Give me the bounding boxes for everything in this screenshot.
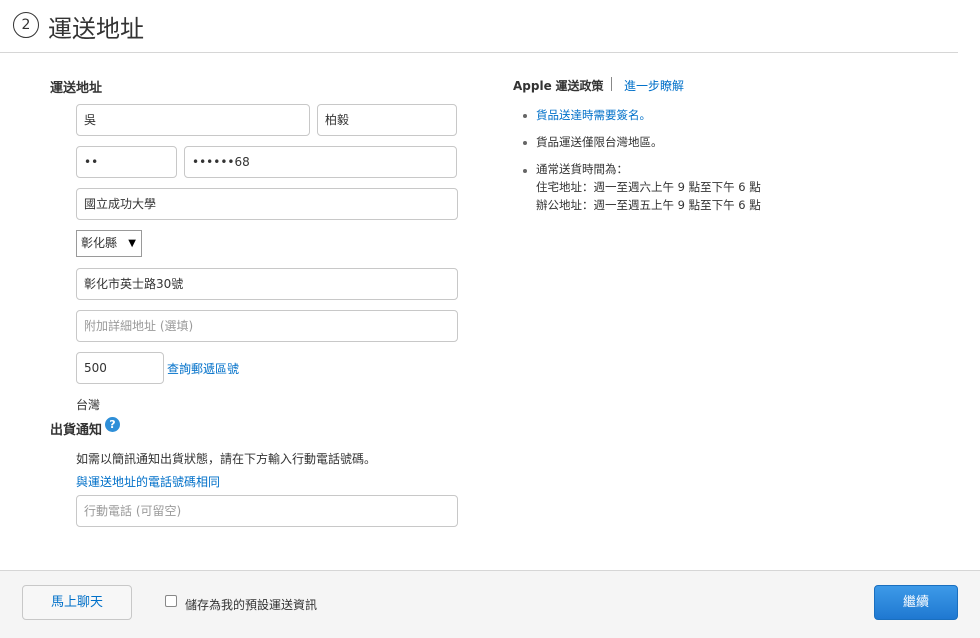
policy-item-residential: 住宅地址：週一至週六上午 9 點至下午 6 點 — [536, 180, 761, 194]
street-field[interactable]: 彰化市英士路30號 — [76, 268, 458, 300]
policy-bullet — [523, 169, 527, 173]
chat-button[interactable]: 馬上聊天 — [22, 585, 132, 620]
dropdown-arrow-icon: ▼ — [128, 238, 136, 249]
policy-bullet — [523, 141, 527, 145]
save-default-label[interactable]: 儲存為我的預設運送資訊 — [185, 596, 317, 613]
address-line2-field[interactable]: 附加詳細地址 (選填) — [76, 310, 458, 342]
policy-item-office: 辦公地址：週一至週五上午 9 點至下午 6 點 — [536, 198, 761, 212]
save-default-checkbox[interactable] — [165, 595, 177, 607]
policy-heading: Apple 運送政策 — [513, 77, 604, 94]
policy-bullet — [523, 114, 527, 118]
footer-bar — [0, 570, 980, 638]
step-header: 2 運送地址 — [0, 0, 958, 53]
policy-divider — [611, 77, 612, 91]
page-title: 運送地址 — [48, 15, 144, 43]
first-name-field[interactable]: 柏毅 — [317, 104, 457, 136]
county-select-value: 彰化縣 — [81, 236, 118, 250]
policy-brand: Apple — [513, 79, 552, 93]
postal-code-field[interactable]: 500 — [76, 352, 164, 384]
postal-lookup-link[interactable]: 查詢郵遞區號 — [167, 360, 239, 377]
step-number-badge: 2 — [13, 12, 39, 38]
notification-description: 如需以簡訊通知出貨狀態，請在下方輸入行動電話號碼。 — [76, 452, 377, 466]
mobile-phone-field[interactable]: 行動電話 (可留空) — [76, 495, 458, 527]
notification-label: 出貨通知 — [50, 423, 103, 438]
country-text: 台灣 — [76, 398, 101, 412]
continue-button[interactable]: 繼續 — [874, 585, 958, 620]
phone-area-field[interactable]: •• — [76, 146, 177, 178]
county-select[interactable]: 彰化縣 ▼ — [76, 230, 142, 257]
policy-item-delivery-time: 通常送貨時間為： — [536, 162, 628, 176]
shipping-address-label: 運送地址 — [50, 81, 103, 96]
policy-item-region: 貨品運送僅限台灣地區。 — [536, 135, 663, 149]
phone-number-field[interactable]: ••••••68 — [184, 146, 457, 178]
help-icon[interactable]: ? — [105, 417, 120, 432]
policy-item-signature[interactable]: 貨品送達時需要簽名。 — [536, 107, 651, 123]
same-phone-link[interactable]: 與運送地址的電話號碼相同 — [76, 473, 220, 490]
learn-more-link[interactable]: 進一步瞭解 — [624, 77, 684, 94]
company-field[interactable]: 國立成功大學 — [76, 188, 458, 220]
last-name-field[interactable]: 吳 — [76, 104, 310, 136]
policy-title: 運送政策 — [555, 79, 604, 93]
